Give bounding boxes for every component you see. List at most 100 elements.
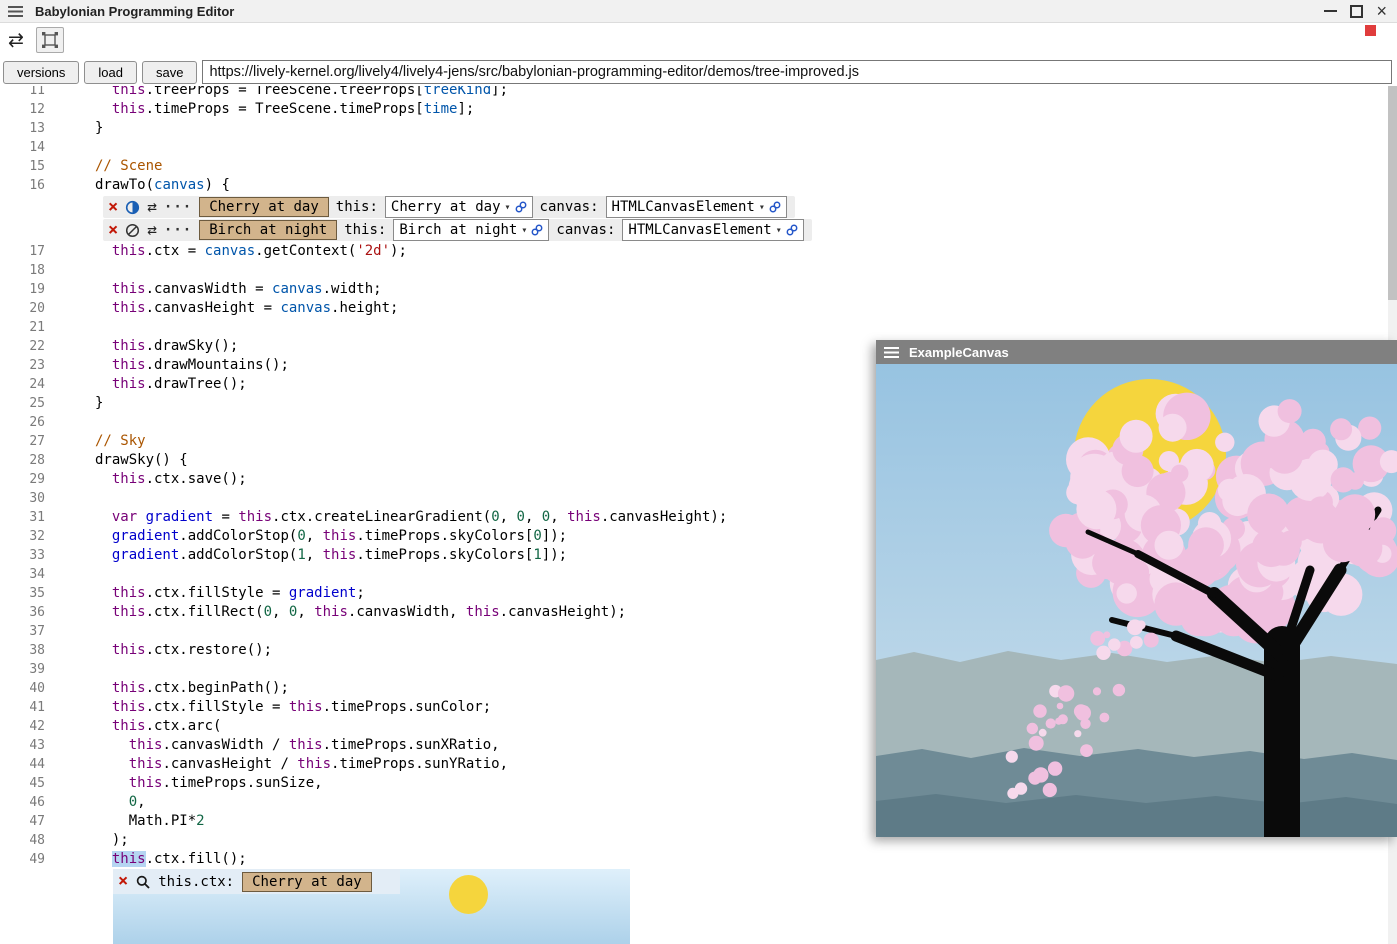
line-number[interactable]: 43: [0, 736, 45, 755]
code-line-text[interactable]: }: [95, 394, 103, 413]
code-line-text[interactable]: this.treeProps = TreeScene.treeProps[tre…: [95, 86, 508, 100]
more-options-icon[interactable]: ···: [164, 223, 192, 237]
line-number[interactable]: 28: [0, 451, 45, 470]
line-number[interactable]: 31: [0, 508, 45, 527]
code-line-text[interactable]: gradient.addColorStop(1, this.timeProps.…: [95, 546, 567, 565]
code-line-text[interactable]: drawTo(canvas) {: [95, 176, 230, 195]
frame-select-button[interactable]: [36, 27, 64, 53]
load-button[interactable]: load: [84, 61, 137, 84]
this-binding-dropdown[interactable]: Birch at night▾: [393, 219, 549, 241]
more-options-icon[interactable]: ···: [164, 200, 192, 214]
example-name-button[interactable]: Birch at night: [199, 220, 337, 240]
maximize-icon[interactable]: [1350, 5, 1363, 18]
menu-icon[interactable]: [884, 347, 899, 358]
link-icon[interactable]: [786, 224, 798, 236]
line-number[interactable]: 19: [0, 280, 45, 299]
swap-example-icon[interactable]: ⇄: [147, 199, 157, 215]
line-number[interactable]: 23: [0, 356, 45, 375]
code-line-text[interactable]: this.ctx.arc(: [95, 717, 221, 736]
line-number[interactable]: 34: [0, 565, 45, 584]
line-number[interactable]: 25: [0, 394, 45, 413]
link-icon[interactable]: [769, 201, 781, 213]
example-canvas-titlebar[interactable]: ExampleCanvas: [876, 340, 1397, 364]
code-line-text[interactable]: this.ctx.fillStyle = gradient;: [95, 584, 365, 603]
line-number[interactable]: 32: [0, 527, 45, 546]
menu-icon[interactable]: [8, 6, 23, 17]
code-line-text[interactable]: this.canvasHeight / this.timeProps.sunYR…: [95, 755, 508, 774]
code-line-text[interactable]: this.ctx.fillStyle = this.timeProps.sunC…: [95, 698, 491, 717]
code-line-text[interactable]: }: [95, 119, 103, 138]
code-line-text[interactable]: gradient.addColorStop(0, this.timeProps.…: [95, 527, 567, 546]
line-number[interactable]: 38: [0, 641, 45, 660]
line-number[interactable]: 40: [0, 679, 45, 698]
line-number[interactable]: 12: [0, 100, 45, 119]
code-line-text[interactable]: this.ctx.beginPath();: [95, 679, 289, 698]
line-number[interactable]: 26: [0, 413, 45, 432]
line-number[interactable]: 49: [0, 850, 45, 869]
code-line-text[interactable]: Math.PI*2: [95, 812, 205, 831]
line-number[interactable]: 45: [0, 774, 45, 793]
scrollbar-thumb[interactable]: [1388, 86, 1397, 300]
code-line-text[interactable]: drawSky() {: [95, 451, 188, 470]
line-number[interactable]: 20: [0, 299, 45, 318]
code-line-text[interactable]: this.ctx.restore();: [95, 641, 272, 660]
code-line-text[interactable]: this.canvasHeight = canvas.height;: [95, 299, 398, 318]
code-line-text[interactable]: 0,: [95, 793, 146, 812]
line-number[interactable]: 11: [0, 86, 45, 100]
probe-example-button[interactable]: Cherry at day: [242, 872, 372, 892]
line-number[interactable]: 35: [0, 584, 45, 603]
code-line-text[interactable]: this.canvasWidth / this.timeProps.sunXRa…: [95, 736, 500, 755]
magnifier-icon[interactable]: [136, 875, 150, 889]
code-line-text[interactable]: this.timeProps = TreeScene.timeProps[tim…: [95, 100, 474, 119]
line-number[interactable]: 17: [0, 242, 45, 261]
example-name-button[interactable]: Cherry at day: [199, 197, 329, 217]
code-line-text[interactable]: this.drawMountains();: [95, 356, 289, 375]
line-number[interactable]: 42: [0, 717, 45, 736]
line-number[interactable]: 48: [0, 831, 45, 850]
this-binding-dropdown[interactable]: Cherry at day▾: [385, 196, 533, 218]
code-line-text[interactable]: this.drawTree();: [95, 375, 247, 394]
line-number[interactable]: 13: [0, 119, 45, 138]
swap-example-icon[interactable]: ⇄: [147, 222, 157, 238]
line-number[interactable]: 27: [0, 432, 45, 451]
save-button[interactable]: save: [142, 61, 197, 84]
remove-example-icon[interactable]: ×: [108, 222, 118, 239]
toggle-example-icon[interactable]: [125, 200, 140, 215]
remove-example-icon[interactable]: ×: [108, 199, 118, 216]
line-number[interactable]: 16: [0, 176, 45, 195]
code-line-text[interactable]: // Scene: [95, 157, 162, 176]
code-line-text[interactable]: );: [95, 831, 129, 850]
line-number[interactable]: 41: [0, 698, 45, 717]
line-number[interactable]: 24: [0, 375, 45, 394]
line-number[interactable]: 39: [0, 660, 45, 679]
canvas-binding-dropdown[interactable]: HTMLCanvasElement▾: [622, 219, 803, 241]
code-line-text[interactable]: this.ctx.save();: [95, 470, 247, 489]
line-number[interactable]: 33: [0, 546, 45, 565]
code-line-text[interactable]: // Sky: [95, 432, 146, 451]
line-number[interactable]: 30: [0, 489, 45, 508]
swap-arrows-icon[interactable]: ⇄: [8, 31, 24, 50]
code-line-text[interactable]: this.canvasWidth = canvas.width;: [95, 280, 382, 299]
code-line-text[interactable]: this.drawSky();: [95, 337, 238, 356]
remove-probe-icon[interactable]: ×: [118, 873, 128, 890]
line-number[interactable]: 46: [0, 793, 45, 812]
toggle-example-icon[interactable]: [125, 223, 140, 238]
line-number[interactable]: 47: [0, 812, 45, 831]
versions-button[interactable]: versions: [3, 61, 79, 84]
line-number[interactable]: 44: [0, 755, 45, 774]
line-number[interactable]: 14: [0, 138, 45, 157]
url-input[interactable]: [202, 60, 1392, 84]
minimize-icon[interactable]: [1324, 10, 1337, 12]
line-number[interactable]: 15: [0, 157, 45, 176]
line-number[interactable]: 29: [0, 470, 45, 489]
code-line-text[interactable]: var gradient = this.ctx.createLinearGrad…: [95, 508, 727, 527]
canvas-binding-dropdown[interactable]: HTMLCanvasElement▾: [606, 196, 787, 218]
code-line-text[interactable]: this.ctx.fill();: [95, 850, 247, 869]
code-line-text[interactable]: this.timeProps.sunSize,: [95, 774, 323, 793]
close-icon[interactable]: ×: [1376, 4, 1387, 18]
line-number[interactable]: 22: [0, 337, 45, 356]
link-icon[interactable]: [515, 201, 527, 213]
line-number[interactable]: 18: [0, 261, 45, 280]
code-line-text[interactable]: this.ctx = canvas.getContext('2d');: [95, 242, 407, 261]
link-icon[interactable]: [531, 224, 543, 236]
